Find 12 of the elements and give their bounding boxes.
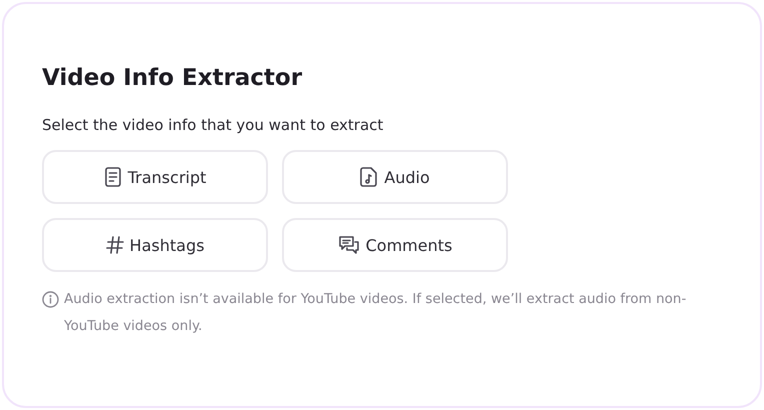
chat-icon xyxy=(338,236,360,254)
dialog-title: Video Info Extractor xyxy=(42,64,304,93)
option-button[interactable]: Audio xyxy=(282,150,508,204)
option-button[interactable]: Transcript xyxy=(42,150,268,204)
instruction-text: Select the video info that you want to extract xyxy=(42,115,384,136)
info-note: Audio extraction isn’t available for YouTube videos. If selected, we’ll extract audio from non-YouTube videos only. xyxy=(64,290,688,336)
option-button[interactable]: Hashtags xyxy=(42,218,268,272)
hash-icon xyxy=(106,236,124,254)
music-file-icon xyxy=(360,167,378,187)
document-icon xyxy=(104,167,122,187)
info-icon xyxy=(42,291,59,308)
option-button[interactable]: Comments xyxy=(282,218,508,272)
